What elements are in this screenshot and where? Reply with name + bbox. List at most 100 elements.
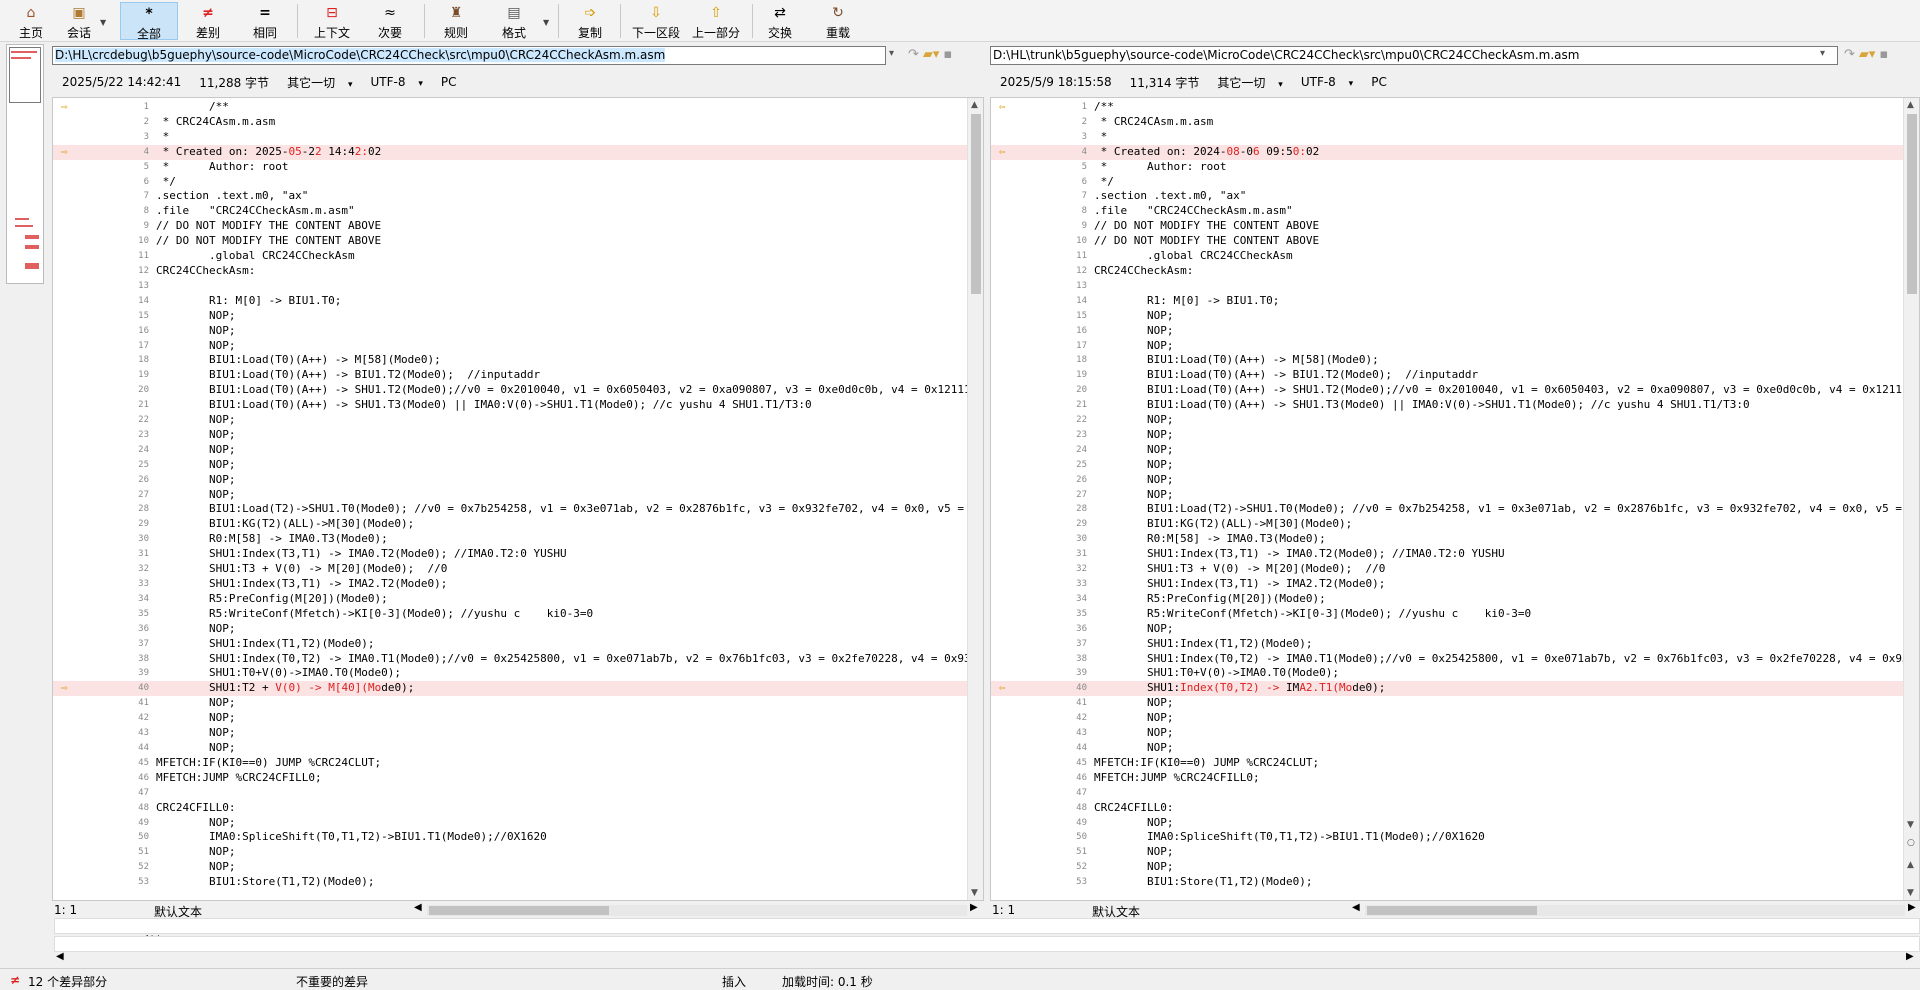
right-code-line[interactable]: 28 BIU1:Load(T2)->SHU1.T0(Mode0); //v0 =… xyxy=(991,502,1903,517)
copy-left-arrow-icon[interactable]: ⇦ xyxy=(999,145,1013,159)
left-code-line[interactable]: 8 .file "CRC24CCheckAsm.m.asm" xyxy=(53,204,967,219)
scroll-up-icon[interactable]: ▲ xyxy=(1907,100,1914,110)
right-code-line[interactable]: 21 BIU1:Load(T0)(A++) -> SHU1.T3(Mode0) … xyxy=(991,398,1903,413)
right-code-line[interactable]: 15 NOP; xyxy=(991,309,1903,324)
left-code-line[interactable]: 32 SHU1:T3 + V(0) -> M[20](Mode0); //0 xyxy=(53,562,967,577)
right-code-line[interactable]: 42 NOP; xyxy=(991,711,1903,726)
left-code-line[interactable]: 39 SHU1:T0+V(0)->IMA0.T0(Mode0); xyxy=(53,666,967,681)
right-vertical-scrollbar[interactable]: ▲ ▼ ○ ▲ ▼ xyxy=(1903,98,1919,900)
left-code-line[interactable]: 13 xyxy=(53,279,967,294)
scroll-right-icon[interactable]: ▶ xyxy=(1906,951,1914,962)
right-code-line[interactable]: 19 BIU1:Load(T0)(A++) -> BIU1.T2(Mode0);… xyxy=(991,368,1903,383)
right-code-lines[interactable]: ⇦ 1/** 2 * CRC24CAsm.m.asm 3 * ⇦ 4 * Created … xyxy=(991,100,1909,890)
right-code-line[interactable]: 6 */ xyxy=(991,175,1903,190)
right-code-line[interactable]: 29 BIU1:KG(T2)(ALL)->M[30](Mode0); xyxy=(991,517,1903,532)
right-code-line[interactable]: 12 CRC24CCheckAsm: xyxy=(991,264,1903,279)
left-horizontal-scrollbar[interactable] xyxy=(427,905,967,916)
left-vertical-scrollbar[interactable]: ▲ ▼ xyxy=(967,98,983,900)
right-code-line[interactable]: ⇦ 1 /** xyxy=(991,100,1903,115)
left-format-select[interactable]: 其它一切 xyxy=(287,74,352,91)
left-code-line[interactable]: 12 CRC24CCheckAsm: xyxy=(53,264,967,279)
scroll-left-icon[interactable]: ◀ xyxy=(56,951,64,962)
left-code-line[interactable]: 5 * Author: root xyxy=(53,160,967,175)
left-code-line[interactable]: 48 CRC24CFILL0: xyxy=(53,801,967,816)
right-code-line[interactable]: ⇦ 4 * Created on: 2024-08-06 09:50:02 xyxy=(991,144,1903,160)
left-code-line[interactable]: 38 SHU1:Index(T0,T2) -> IMA0.T1(Mode0);/… xyxy=(53,652,977,667)
left-code-line[interactable]: 28 BIU1:Load(T2)->SHU1.T0(Mode0); //v0 =… xyxy=(53,502,977,517)
right-code-line[interactable]: 22 NOP; xyxy=(991,413,1903,428)
swap-button[interactable]: ⇄ 交换 xyxy=(760,2,800,40)
left-code-line[interactable]: 17 NOP; xyxy=(53,339,967,354)
right-code-line[interactable]: 26 NOP; xyxy=(991,473,1903,488)
session-dropdown-arrow[interactable]: ▼ xyxy=(100,18,106,27)
right-code-line[interactable]: 41 NOP; xyxy=(991,696,1903,711)
left-code-line[interactable]: 18 BIU1:Load(T0)(A++) -> M[58](Mode0); xyxy=(53,353,967,368)
context-button[interactable]: ⊟ 上下文 xyxy=(310,2,354,40)
left-editor-pane[interactable]: ⇨ 1 /** 2 * CRC24CAsm.m.asm 3 * ⇨ 4 * Created… xyxy=(52,97,984,901)
left-code-line[interactable]: 43 NOP; xyxy=(53,726,967,741)
left-code-line[interactable]: 44 NOP; xyxy=(53,741,967,756)
right-code-line[interactable]: 36 NOP; xyxy=(991,622,1903,637)
right-code-line[interactable]: 3 * xyxy=(991,130,1903,145)
right-line-preview[interactable]: </**¤ xyxy=(54,936,1920,964)
scroll-up-icon[interactable]: ▲ xyxy=(971,100,978,110)
left-history-icon[interactable]: ↷ xyxy=(908,47,919,62)
left-code-line[interactable]: 3 * xyxy=(53,130,967,145)
format-dropdown-arrow[interactable]: ▼ xyxy=(543,18,549,27)
next-diff-icon[interactable]: ○ xyxy=(1907,838,1915,848)
right-code-line[interactable]: 23 NOP; xyxy=(991,428,1903,443)
right-code-line[interactable]: 47 xyxy=(991,786,1903,801)
right-code-line[interactable]: 18 BIU1:Load(T0)(A++) -> M[58](Mode0); xyxy=(991,353,1903,368)
right-code-line[interactable]: 16 NOP; xyxy=(991,324,1903,339)
left-code-line[interactable]: 19 BIU1:Load(T0)(A++) -> BIU1.T2(Mode0);… xyxy=(53,368,967,383)
scroll-right-icon[interactable]: ▶ xyxy=(1908,902,1916,913)
right-code-line[interactable]: 14 R1: M[0] -> BIU1.T0; xyxy=(991,294,1903,309)
right-code-line[interactable]: 31 SHU1:Index(T3,T1) -> IMA0.T2(Mode0); … xyxy=(991,547,1903,562)
left-code-line[interactable]: 6 */ xyxy=(53,175,967,190)
prev-section-button[interactable]: ⇧ 上一部分 xyxy=(688,2,744,40)
left-code-line[interactable]: 11 .global CRC24CCheckAsm xyxy=(53,249,967,264)
left-code-line[interactable]: 37 SHU1:Index(T1,T2)(Mode0); xyxy=(53,637,967,652)
left-code-line[interactable]: 53 BIU1:Store(T1,T2)(Mode0); xyxy=(53,875,967,890)
left-code-line[interactable]: 35 R5:WriteConf(Mfetch)->KI[0-3](Mode0);… xyxy=(53,607,967,622)
left-line-preview[interactable]: »/**¤ xyxy=(54,918,1920,946)
left-code-line[interactable]: 31 SHU1:Index(T3,T1) -> IMA0.T2(Mode0); … xyxy=(53,547,967,562)
left-hscroll-thumb[interactable] xyxy=(429,906,609,915)
right-code-line[interactable]: 33 SHU1:Index(T3,T1) -> IMA2.T2(Mode0); xyxy=(991,577,1903,592)
right-format-select[interactable]: 其它一切 xyxy=(1217,74,1282,91)
format-button[interactable]: ▤ 格式 xyxy=(494,2,534,40)
left-code-line[interactable]: 7 .section .text.m0, "ax" xyxy=(53,189,967,204)
right-code-line[interactable]: 5 * Author: root xyxy=(991,160,1903,175)
right-code-line[interactable]: 20 BIU1:Load(T0)(A++) -> SHU1.T2(Mode0);… xyxy=(991,383,1908,398)
left-code-line[interactable]: 23 NOP; xyxy=(53,428,967,443)
left-code-line[interactable]: 42 NOP; xyxy=(53,711,967,726)
left-code-line[interactable]: ⇨ 1 /** xyxy=(53,100,967,115)
scroll-down-icon[interactable]: ▼ xyxy=(1907,820,1914,830)
left-code-line[interactable]: 47 xyxy=(53,786,967,801)
right-code-line[interactable]: ⇦ 40 SHU1:Index(T0,T2) -> IMA2.T1(Mode0); xyxy=(991,681,1903,697)
right-code-line[interactable]: 52 NOP; xyxy=(991,860,1903,875)
right-code-line[interactable]: 46 MFETCH:JUMP %CRC24CFILL0; xyxy=(991,771,1903,786)
right-path-input[interactable]: D:\HL\trunk\b5guephy\source-code\MicroCo… xyxy=(990,46,1838,65)
right-eol[interactable]: PC xyxy=(1371,75,1387,89)
left-code-line[interactable]: 36 NOP; xyxy=(53,622,967,637)
left-code-line[interactable]: 29 BIU1:KG(T2)(ALL)->M[30](Mode0); xyxy=(53,517,967,532)
right-code-line[interactable]: 45 MFETCH:IF(KI0==0) JUMP %CRC24CLUT; xyxy=(991,756,1903,771)
right-code-line[interactable]: 25 NOP; xyxy=(991,458,1903,473)
left-code-lines[interactable]: ⇨ 1 /** 2 * CRC24CAsm.m.asm 3 * ⇨ 4 * Created… xyxy=(53,100,977,890)
left-code-line[interactable]: 20 BIU1:Load(T0)(A++) -> SHU1.T2(Mode0);… xyxy=(53,383,977,398)
left-scroll-thumb[interactable] xyxy=(971,114,981,294)
right-save-icon[interactable]: ▪ xyxy=(1879,47,1888,62)
copy-right-arrow-icon[interactable]: ⇨ xyxy=(61,145,75,159)
show-all-button[interactable]: * 全部 xyxy=(120,2,178,41)
copy-button[interactable]: ➩ 复制 xyxy=(570,2,610,40)
rules-button[interactable]: ♜ 规则 xyxy=(436,2,476,40)
copy-right-arrow-icon[interactable]: ⇨ xyxy=(61,681,75,695)
left-code-line[interactable]: 30 R0:M[58] -> IMA0.T3(Mode0); xyxy=(53,532,967,547)
right-code-line[interactable]: 50 IMA0:SpliceShift(T0,T1,T2)->BIU1.T1(M… xyxy=(991,830,1903,845)
right-editor-pane[interactable]: ⇦ 1/** 2 * CRC24CAsm.m.asm 3 * ⇦ 4 * Created … xyxy=(990,97,1920,901)
left-code-line[interactable]: 27 NOP; xyxy=(53,488,967,503)
show-same-button[interactable]: = 相同 xyxy=(245,2,285,40)
scroll-left-icon[interactable]: ◀ xyxy=(414,902,422,913)
left-code-line[interactable]: 24 NOP; xyxy=(53,443,967,458)
